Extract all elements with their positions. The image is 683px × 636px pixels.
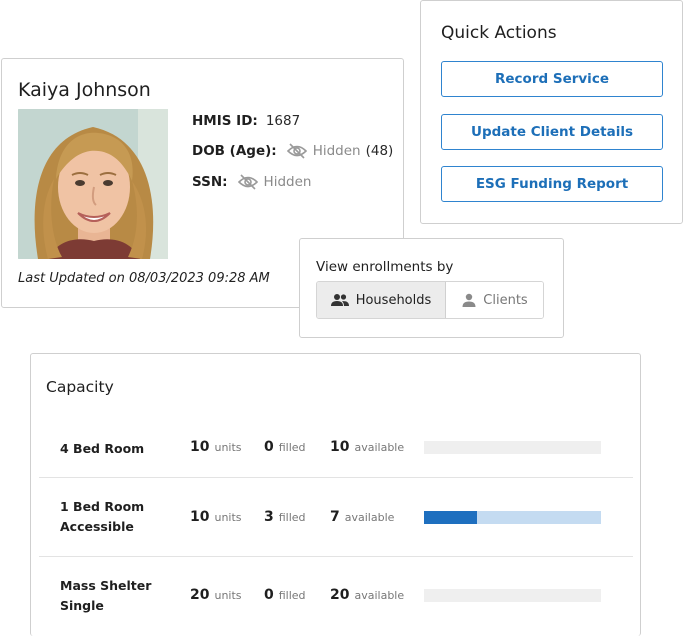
units-stat: 10 units [190,439,242,455]
room-name: Mass Shelter Single [60,578,152,613]
units-stat: 10 units [190,509,242,525]
eye-slash-icon[interactable] [237,174,258,190]
capacity-bar [424,441,601,454]
toggle-households[interactable]: Households [317,282,446,318]
ssn-hidden: Hidden [263,174,312,190]
hmis-value: 1687 [265,113,301,129]
filled-stat: 0 filled [264,439,306,455]
available-stat: 7 available [330,509,395,525]
people-icon [330,293,349,307]
room-name: 4 Bed Room [60,441,145,456]
row-divider [39,477,633,478]
last-updated: Last Updated on 08/03/2023 09:28 AM [18,271,270,286]
capacity-bar-fill [424,511,478,524]
view-enrollments-card: View enrollments by Households Clients [299,238,564,338]
enrollment-view-toggle: Households Clients [316,281,544,319]
record-service-button[interactable]: Record Service [441,61,663,97]
room-name: 1 Bed Room Accessible [60,499,145,534]
update-client-details-button[interactable]: Update Client Details [441,114,663,150]
filled-stat: 3 filled [264,509,306,525]
quick-actions-title: Quick Actions [441,23,557,43]
toggle-clients-label: Clients [483,292,528,308]
ssn-label: SSN: [192,174,228,190]
capacity-row: 1 Bed Room Accessible 10 units 3 filled 7a… [39,497,633,557]
client-name: Kaiya Johnson [18,79,151,101]
quick-actions-card: Quick Actions Record Service Update Clie… [420,0,683,224]
dob-hidden: Hidden [312,143,361,159]
hmis-label: HMIS ID: [192,113,258,129]
view-enrollments-title: View enrollments by [316,259,454,275]
hmis-row: HMIS ID: 1687 [192,113,300,129]
capacity-card: Capacity 4 Bed Room 10 units 0 filled 10 av… [30,353,641,636]
available-stat: 10 available [330,439,405,455]
ssn-row: SSN: Hidden [192,174,311,190]
dob-label: DOB (Age): [192,143,277,159]
capacity-bar [424,511,601,524]
dob-age: (48) [365,143,394,159]
row-divider [39,556,633,557]
units-stat: 20 units [190,587,242,603]
person-icon [462,293,476,307]
esg-funding-report-button[interactable]: ESG Funding Report [441,166,663,202]
filled-stat: 0 filled [264,587,306,603]
dob-row: DOB (Age): Hidden (48) [192,143,393,159]
capacity-title: Capacity [46,378,114,396]
client-photo [18,109,168,259]
available-stat: 20 available [330,587,405,603]
eye-slash-icon[interactable] [286,143,307,159]
toggle-households-label: Households [355,292,432,308]
toggle-clients[interactable]: Clients [446,282,543,318]
capacity-row: Mass Shelter Single 20 units 0 filled 20 av… [39,576,633,636]
capacity-bar [424,589,601,602]
